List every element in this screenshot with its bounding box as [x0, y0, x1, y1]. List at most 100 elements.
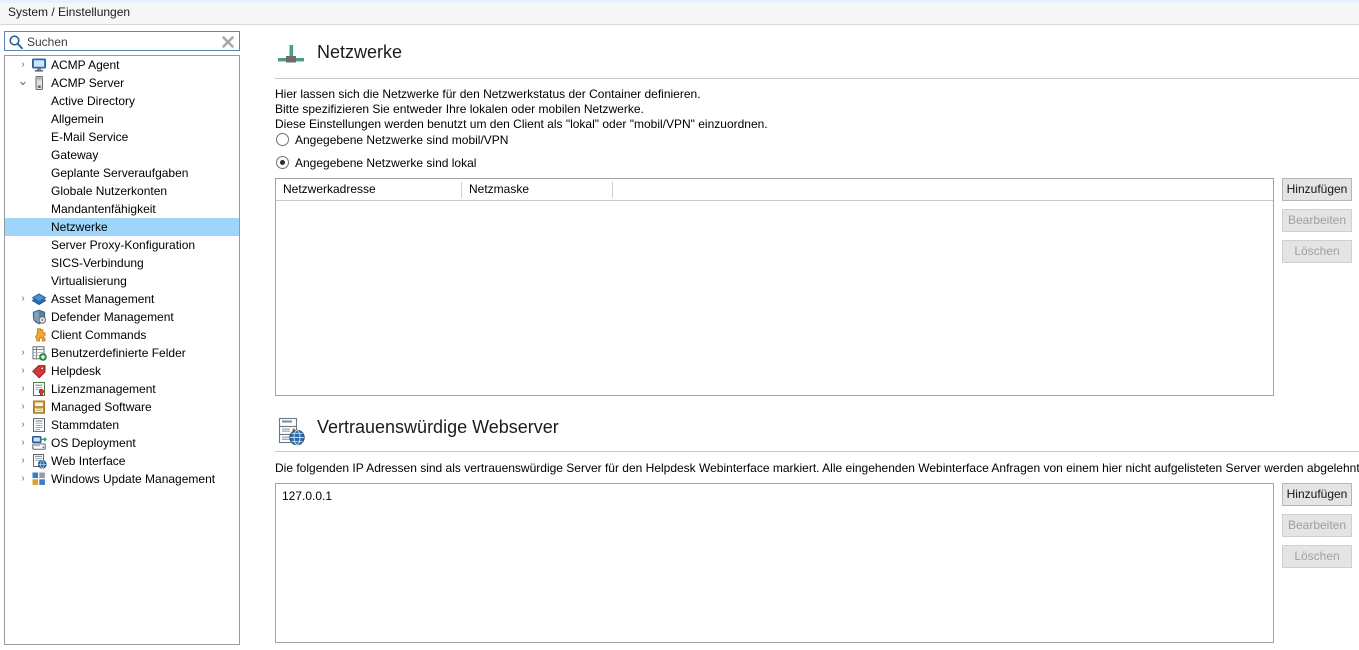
books-icon — [31, 291, 47, 307]
tree-item-label: Stammdaten — [51, 416, 119, 434]
search-input[interactable]: Suchen — [4, 31, 240, 51]
tree-item-windows-update-management[interactable]: › Windows Update Management — [5, 470, 239, 488]
tree-item-label: Client Commands — [51, 326, 146, 344]
tree-item-stammdaten[interactable]: › Stammdaten — [5, 416, 239, 434]
tree-item-benutzerdefinierte-felder[interactable]: › Benutzerdefinierte Felder — [5, 344, 239, 362]
network-icon — [275, 40, 307, 72]
tree-item-label: Mandantenfähigkeit — [51, 200, 156, 218]
networks-table[interactable]: Netzwerkadresse Netzmaske — [275, 178, 1274, 396]
tree-item-label: Benutzerdefinierte Felder — [51, 344, 186, 362]
deploy-icon — [31, 435, 47, 451]
tree-item-allgemein[interactable]: Allgemein — [5, 110, 239, 128]
webserver-delete-button: Löschen — [1282, 545, 1352, 568]
tree-item-label: Server Proxy-Konfiguration — [51, 236, 195, 254]
tree-item-label: Geplante Serveraufgaben — [51, 164, 188, 182]
tree-item-label: Globale Nutzerkonten — [51, 182, 167, 200]
web-server-icon — [31, 453, 47, 469]
networks-delete-button: Löschen — [1282, 240, 1352, 263]
webserver-list[interactable]: 127.0.0.1 — [275, 483, 1274, 643]
tree-item-defender-management[interactable]: Defender Management — [5, 308, 239, 326]
chevron-down-icon[interactable]: ⌄ — [17, 74, 29, 92]
tree-item-asset-management[interactable]: › Asset Management — [5, 290, 239, 308]
webserver-description: Die folgenden IP Adressen sind als vertr… — [275, 461, 1359, 476]
tree-item-label: Defender Management — [51, 308, 174, 326]
server-tower-icon — [31, 75, 47, 91]
tree-item-label: Asset Management — [51, 290, 154, 308]
chevron-right-icon[interactable]: › — [17, 56, 29, 74]
search-icon — [8, 34, 24, 50]
chevron-right-icon[interactable]: › — [17, 344, 29, 362]
main-content: Netzwerke Hier lassen sich die Netzwerke… — [243, 25, 1359, 650]
tag-icon — [31, 363, 47, 379]
tree-item-netzwerke[interactable]: Netzwerke — [5, 218, 239, 236]
settings-sidebar: Suchen ›ACMP Agent⌄ACMP ServerActive Dir… — [0, 25, 243, 650]
tree-item-globale-nutzerkonten[interactable]: Globale Nutzerkonten — [5, 182, 239, 200]
tree-item-label: SICS-Verbindung — [51, 254, 144, 272]
tree-item-label: Gateway — [51, 146, 98, 164]
tree-item-virtualisierung[interactable]: Virtualisierung — [5, 272, 239, 290]
tree-item-managed-software[interactable]: › Managed Software — [5, 398, 239, 416]
networks-table-header: Netzwerkadresse Netzmaske — [276, 179, 1273, 201]
webserver-list-body: 127.0.0.1 — [276, 484, 1273, 504]
networks-description-line-2: Bitte spezifizieren Sie entweder Ihre lo… — [275, 102, 644, 117]
chevron-right-icon[interactable]: › — [17, 380, 29, 398]
webserver-add-button[interactable]: Hinzufügen — [1282, 483, 1352, 506]
radio-mark-local — [276, 156, 289, 169]
tree-item-web-interface[interactable]: › Web Interface — [5, 452, 239, 470]
tree-item-sics-verbindung[interactable]: SICS-Verbindung — [5, 254, 239, 272]
webserver-section-header: Vertrauenswürdige Webserver — [275, 415, 975, 449]
table-plus-icon — [31, 345, 47, 361]
networks-description-line-3: Diese Einstellungen werden benutzt um de… — [275, 117, 768, 132]
column-header-network-address[interactable]: Netzwerkadresse — [276, 179, 461, 200]
radio-label-local: Angegebene Netzwerke sind lokal — [295, 154, 476, 172]
tree-item-lizenzmanagement[interactable]: › Lizenzmanagement — [5, 380, 239, 398]
chevron-right-icon[interactable]: › — [17, 470, 29, 488]
tree-item-label: Managed Software — [51, 398, 152, 416]
tree-item-label: Allgemein — [51, 110, 104, 128]
tree-item-label: Lizenzmanagement — [51, 380, 156, 398]
chevron-right-icon[interactable]: › — [17, 416, 29, 434]
tree-item-label: Windows Update Management — [51, 470, 215, 488]
breadcrumb: System / Einstellungen — [8, 5, 130, 19]
clear-icon[interactable] — [220, 34, 236, 50]
tree-item-gateway[interactable]: Gateway — [5, 146, 239, 164]
software-box-icon — [31, 399, 47, 415]
web-server-globe-icon — [275, 415, 307, 447]
puzzle-icon — [31, 327, 47, 343]
networks-divider — [275, 78, 1359, 79]
settings-tree[interactable]: ›ACMP Agent⌄ACMP ServerActive DirectoryA… — [4, 55, 240, 645]
monitor-icon — [31, 57, 47, 73]
tree-item-label: Netzwerke — [51, 218, 108, 236]
radio-mark-mobile — [276, 133, 289, 146]
tree-item-label: OS Deployment — [51, 434, 136, 452]
tree-item-label: Virtualisierung — [51, 272, 127, 290]
webserver-title: Vertrauenswürdige Webserver — [317, 417, 559, 438]
chevron-right-icon[interactable]: › — [17, 398, 29, 416]
tree-item-helpdesk[interactable]: › Helpdesk — [5, 362, 239, 380]
list-icon — [31, 417, 47, 433]
tree-item-geplante-serveraufgaben[interactable]: Geplante Serveraufgaben — [5, 164, 239, 182]
networks-add-button[interactable]: Hinzufügen — [1282, 178, 1352, 201]
networks-description-line-1: Hier lassen sich die Netzwerke für den N… — [275, 87, 701, 102]
chevron-right-icon[interactable]: › — [17, 290, 29, 308]
list-item[interactable]: 127.0.0.1 — [276, 488, 1273, 504]
tree-item-acmp-agent[interactable]: ›ACMP Agent — [5, 56, 239, 74]
tree-item-client-commands[interactable]: Client Commands — [5, 326, 239, 344]
networks-edit-button: Bearbeiten — [1282, 209, 1352, 232]
title-bar: System / Einstellungen — [0, 0, 1359, 25]
networks-section-header: Netzwerke — [275, 40, 875, 74]
tree-item-server-proxy-konfiguration[interactable]: Server Proxy-Konfiguration — [5, 236, 239, 254]
chevron-right-icon[interactable]: › — [17, 452, 29, 470]
tree-item-label: E-Mail Service — [51, 128, 128, 146]
tree-item-active-directory[interactable]: Active Directory — [5, 92, 239, 110]
tree-item-label: Web Interface — [51, 452, 125, 470]
tree-item-acmp-server[interactable]: ⌄ACMP Server — [5, 74, 239, 92]
column-header-netmask[interactable]: Netzmaske — [462, 179, 612, 200]
tree-item-mandantenf-higkeit[interactable]: Mandantenfähigkeit — [5, 200, 239, 218]
tree-item-label: Helpdesk — [51, 362, 101, 380]
tree-item-e-mail-service[interactable]: E-Mail Service — [5, 128, 239, 146]
chevron-right-icon[interactable]: › — [17, 362, 29, 380]
chevron-right-icon[interactable]: › — [17, 434, 29, 452]
column-separator-2[interactable] — [612, 182, 613, 198]
tree-item-os-deployment[interactable]: › OS Deployment — [5, 434, 239, 452]
